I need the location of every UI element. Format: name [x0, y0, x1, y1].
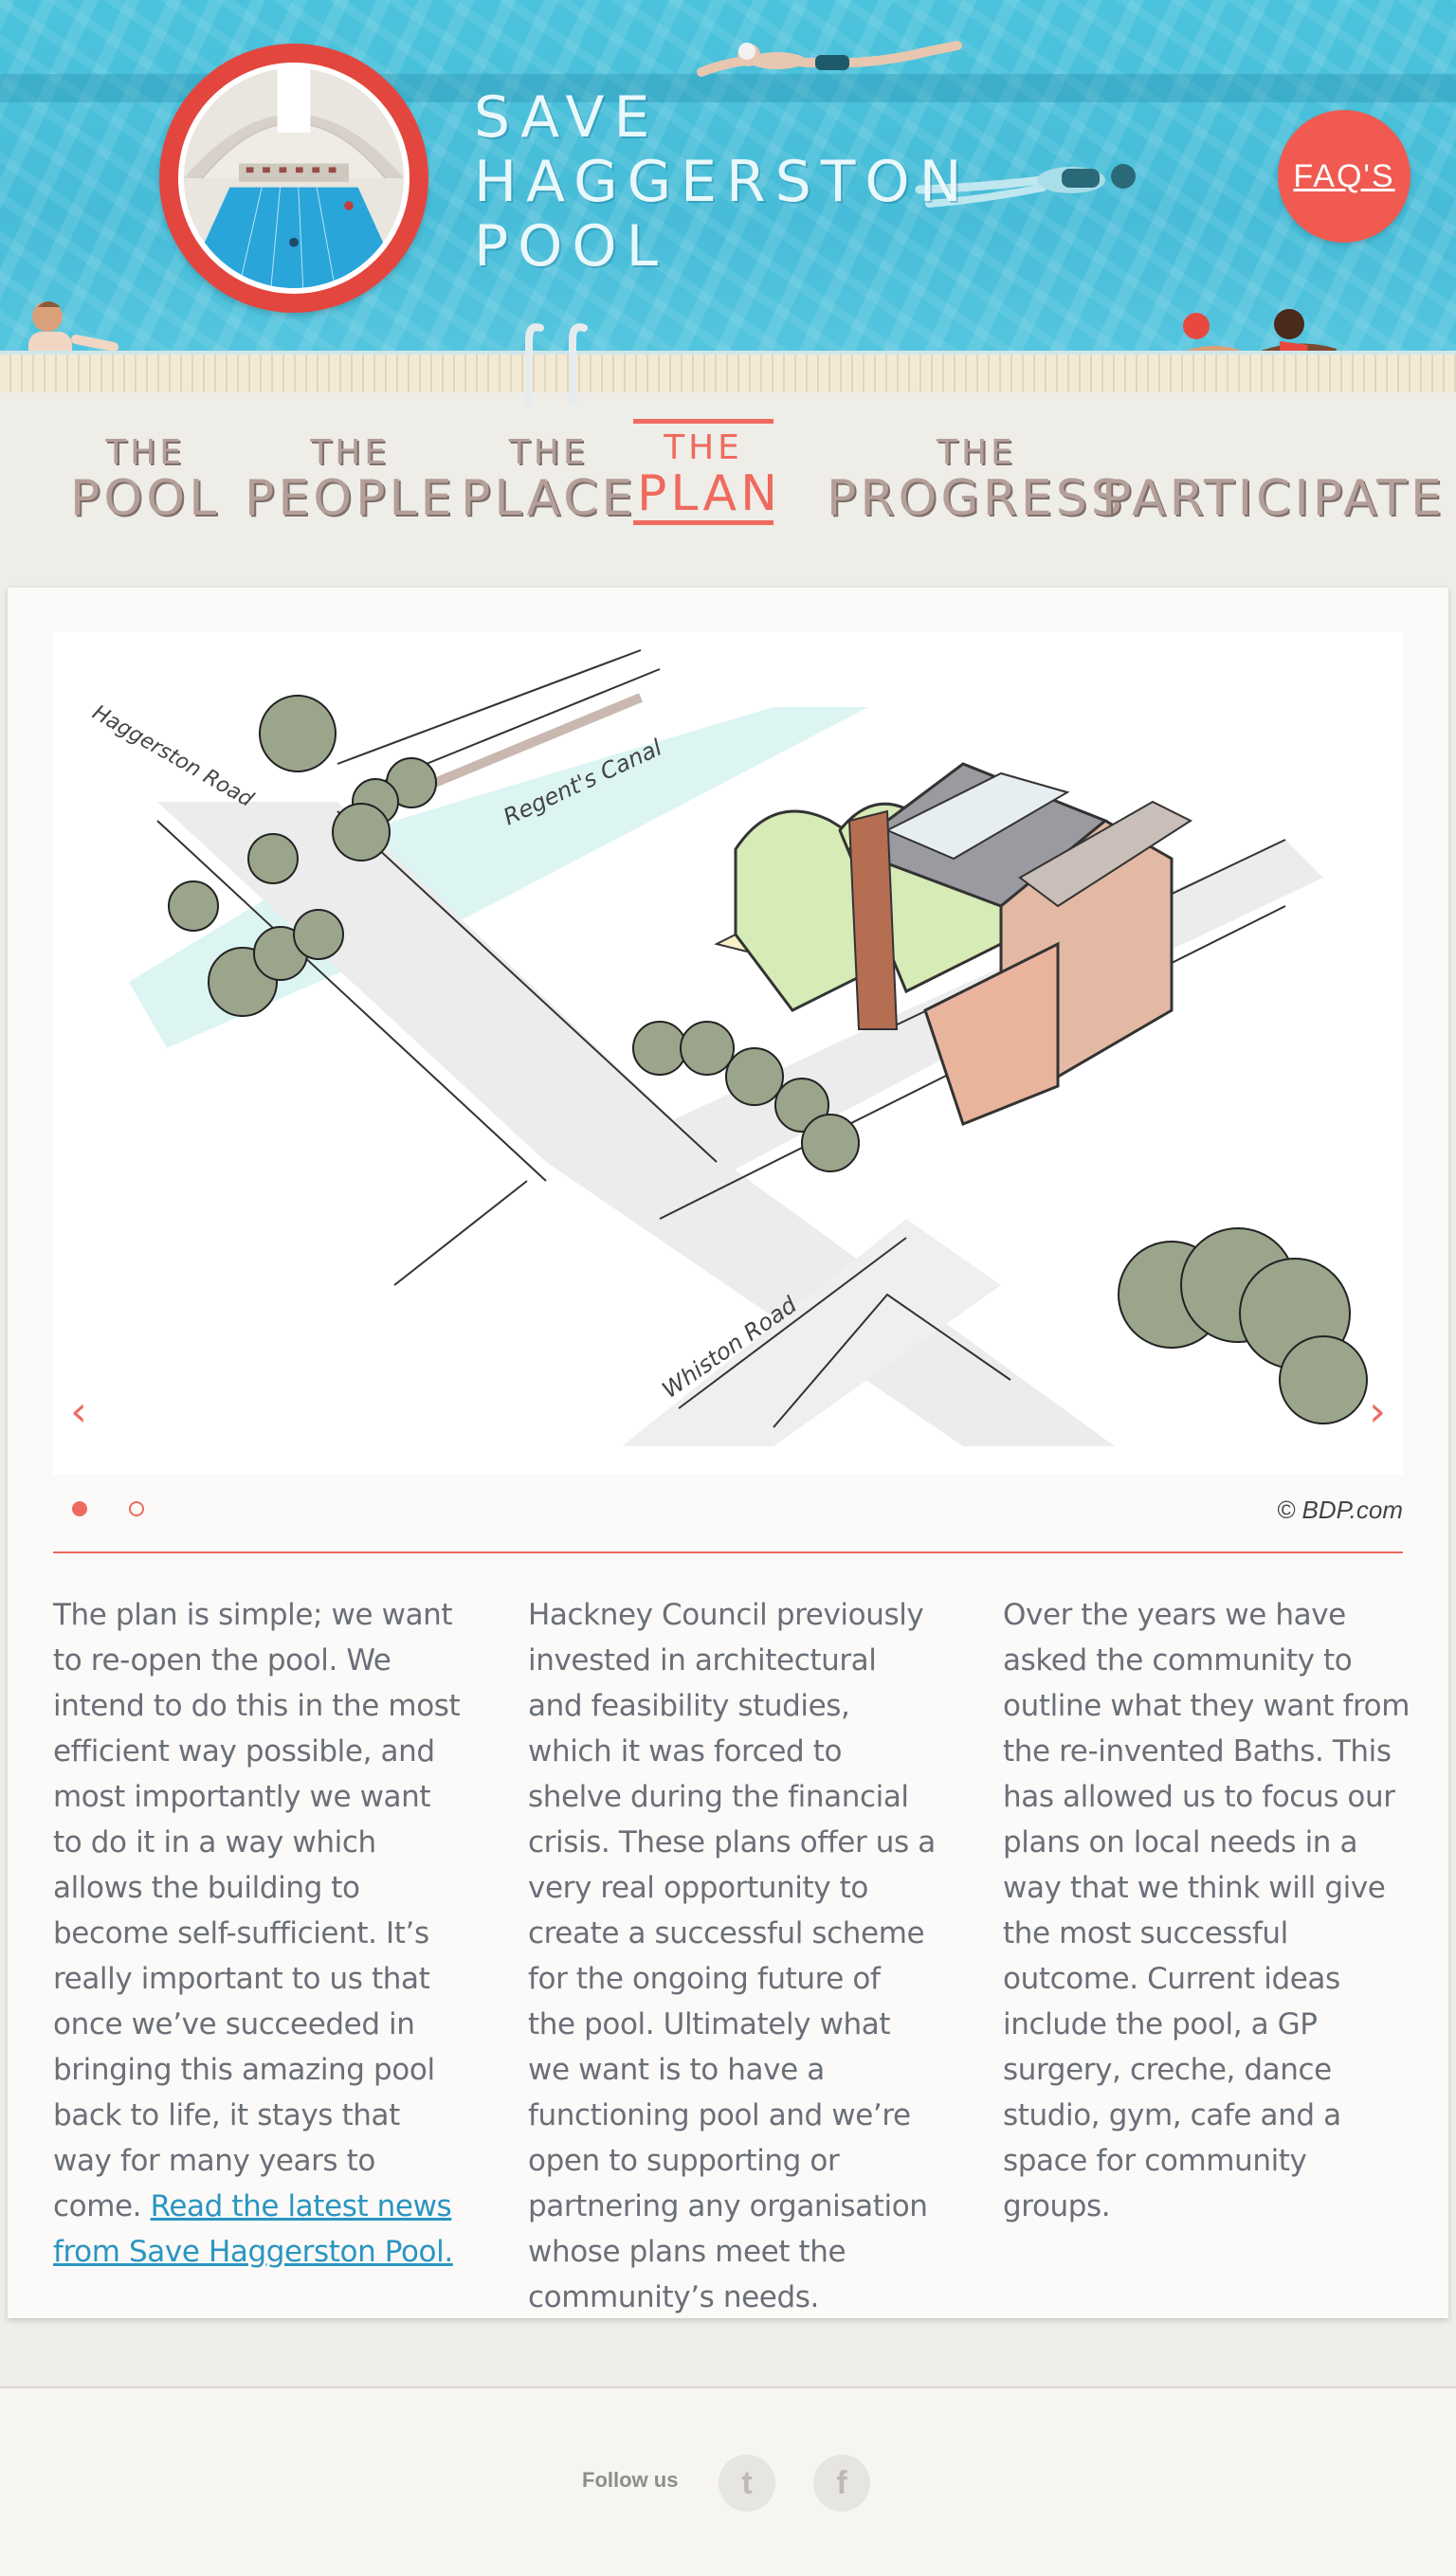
nav-item-label: PROGRESS [827, 470, 1126, 527]
paragraph: Over the years we have asked the communi… [1003, 1598, 1410, 2223]
nav-item-label: PARTICIPATE [1101, 470, 1446, 527]
slider-prev-button[interactable]: ‹ [55, 1384, 102, 1441]
pool-ladder-icon [525, 323, 588, 406]
nav-item-the-pool[interactable]: THE POOL [70, 433, 221, 527]
nav-item-prefix: THE [105, 433, 185, 472]
nav-item-label: PEOPLE [245, 470, 456, 527]
image-slider[interactable]: Haggerston Road Regent's Canal Whiston R… [53, 631, 1403, 1475]
nav-item-label: PLACE [461, 470, 637, 527]
text-column-2: Hackney Council previously invested in a… [528, 1592, 936, 2320]
paragraph: Hackney Council previously invested in a… [528, 1598, 936, 2314]
logo[interactable] [159, 44, 428, 313]
twitter-button[interactable]: t [719, 2455, 775, 2512]
nav-item-prefix: THE [664, 428, 743, 467]
text-column-1: The plan is simple; we want to re-open t… [53, 1592, 461, 2275]
divider [53, 1551, 1403, 1553]
facebook-icon: f [836, 2464, 847, 2501]
swimmer-illustration [697, 41, 962, 77]
facebook-button[interactable]: f [813, 2455, 870, 2512]
nav-item-the-people[interactable]: THE PEOPLE [245, 433, 456, 527]
nav-item-prefix: THE [936, 433, 1016, 472]
nav-item-the-plan[interactable]: THE PLAN [633, 419, 781, 525]
content-card: Haggerston Road Regent's Canal Whiston R… [8, 588, 1448, 2318]
nav-item-the-progress[interactable]: THE PROGRESS [827, 433, 1126, 527]
site-title-line: HAGGERSTON [474, 149, 972, 215]
chevron-left-icon: ‹ [70, 1388, 87, 1436]
nav-item-label: POOL [70, 470, 221, 527]
slider-next-button[interactable]: › [1354, 1384, 1401, 1441]
twitter-icon: t [741, 2464, 753, 2501]
site-title-line: SAVE [474, 84, 660, 151]
nav-item-label: PLAN [637, 465, 781, 522]
chevron-right-icon: › [1369, 1388, 1386, 1436]
nav-item-prefix: THE [508, 433, 589, 472]
site-title-line: POOL [474, 213, 668, 280]
nav-item-prefix: THE [310, 433, 391, 472]
footer: Follow us t f [0, 2388, 1456, 2576]
slider-dot[interactable] [129, 1501, 144, 1516]
site-plan-sketch: Haggerston Road Regent's Canal Whiston R… [88, 649, 1368, 1446]
pool-hall-icon [184, 68, 404, 288]
main-nav: THE POOL THE PEOPLE THE PLACE THE PLAN T… [0, 417, 1456, 550]
faq-button[interactable]: FAQ'S [1278, 110, 1410, 243]
pool-header: SAVE HAGGERSTON POOL FAQ'S [0, 0, 1456, 360]
site-title[interactable]: SAVE HAGGERSTON POOL [474, 85, 972, 279]
slider-dot[interactable] [72, 1501, 87, 1516]
paragraph: The plan is simple; we want to re-open t… [53, 1598, 461, 2223]
image-credit: © BDP.com [1277, 1496, 1403, 1524]
map-label: Haggerston Road [88, 701, 258, 813]
pool-edge [0, 351, 1456, 392]
nav-item-participate[interactable]: PARTICIPATE [1101, 472, 1446, 525]
text-column-3: Over the years we have asked the communi… [1003, 1592, 1410, 2229]
nav-item-the-place[interactable]: THE PLACE [461, 433, 637, 527]
follow-us-label: Follow us [582, 2468, 679, 2492]
